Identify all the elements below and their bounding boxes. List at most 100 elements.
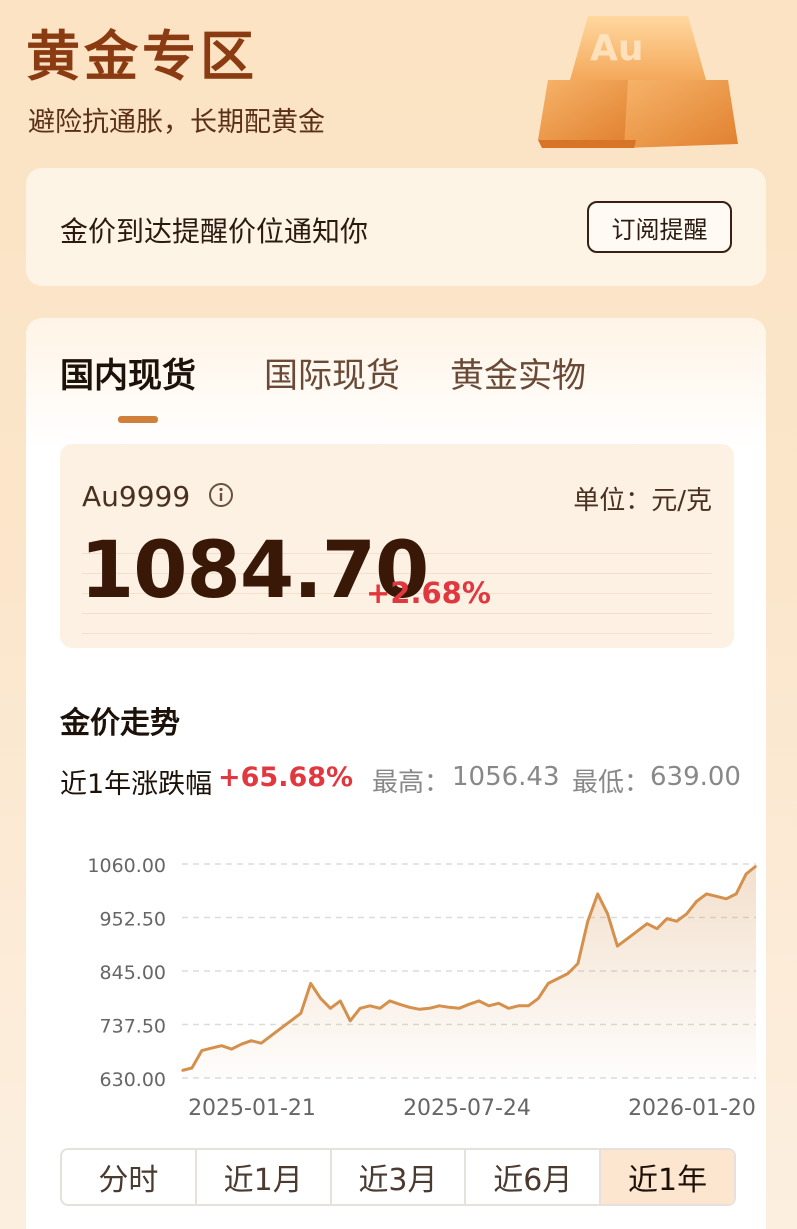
data-point <box>676 920 678 922</box>
data-point <box>379 1007 381 1010</box>
data-point <box>745 873 747 875</box>
x-tick-label: 2025-01-21 <box>188 1096 316 1121</box>
data-point <box>250 1039 253 1042</box>
data-point <box>616 945 619 947</box>
y-tick-label: 1060.00 <box>87 855 166 877</box>
data-point <box>685 913 688 915</box>
period-1-month[interactable]: 近1月 <box>197 1150 332 1204</box>
data-point <box>349 1020 352 1022</box>
page-title: 黄金专区 <box>26 25 258 88</box>
y-tick-label: 737.50 <box>100 1016 166 1038</box>
data-point <box>398 1003 401 1006</box>
data-point <box>428 1007 431 1010</box>
y-tick-label: 845.00 <box>100 962 166 984</box>
gold-bars-icon: Au <box>538 16 738 148</box>
info-icon[interactable] <box>208 482 234 508</box>
data-point <box>646 922 648 925</box>
data-point <box>339 1000 342 1002</box>
data-point <box>715 895 718 898</box>
x-tick-label: 2026-01-20 <box>628 1096 756 1121</box>
data-point <box>725 898 728 900</box>
x-tick-label: 2025-07-24 <box>403 1096 531 1121</box>
range-change-value: +65.68% <box>218 762 354 793</box>
price-alert-banner: 金价到达提醒价位通知你 订阅提醒 <box>26 168 766 286</box>
data-point <box>596 893 599 895</box>
data-point <box>527 1005 530 1007</box>
y-tick-label: 630.00 <box>100 1069 166 1091</box>
data-point <box>290 1020 292 1022</box>
data-point <box>181 1069 183 1072</box>
data-point <box>735 893 737 895</box>
data-point <box>191 1067 193 1069</box>
data-point <box>577 962 579 965</box>
period-3-months[interactable]: 近3月 <box>332 1150 467 1204</box>
period-1-year[interactable]: 近1年 <box>601 1150 734 1204</box>
data-point <box>547 982 549 985</box>
gold-bar-label: Au <box>590 28 644 69</box>
data-point <box>636 930 638 932</box>
tab-domestic-spot[interactable]: 国内现货 <box>60 348 196 397</box>
trend-summary: 近1年涨跌幅 +65.68% 最高： 1056.43 最低： 639.00 <box>60 762 741 802</box>
data-point <box>389 1000 391 1002</box>
data-point <box>438 1005 441 1007</box>
gold-price-card: 国内现货 国际现货 黄金实物 Au9999 单位：元/克 1084.70 +2.… <box>26 318 766 1229</box>
data-point <box>468 1003 470 1006</box>
price-change: +2.68% <box>366 576 491 610</box>
data-point <box>557 977 559 980</box>
data-point <box>201 1049 203 1052</box>
data-point <box>319 997 322 1000</box>
data-point <box>230 1048 233 1050</box>
quote-unit: 单位：元/克 <box>573 486 712 516</box>
period-selector: 分时 近1月 近3月 近6月 近1年 <box>60 1148 736 1206</box>
data-point <box>567 972 569 975</box>
low-value: 639.00 <box>650 762 741 792</box>
data-point <box>666 917 668 920</box>
hero-banner: 黄金专区 避险抗通胀，长期配黄金 Au <box>0 0 797 160</box>
data-point <box>260 1042 262 1044</box>
subscribe-alert-button[interactable]: 订阅提醒 <box>587 201 732 253</box>
trend-title: 金价走势 <box>60 706 180 741</box>
data-point <box>488 1005 490 1007</box>
data-point <box>517 1005 520 1007</box>
data-point <box>587 920 589 922</box>
price-trend-chart[interactable]: 1060.00 952.50 845.00 737.50 630.00 2025-01-2… <box>52 838 772 1148</box>
period-intraday[interactable]: 分时 <box>62 1150 197 1204</box>
high-value: 1056.43 <box>452 762 560 792</box>
data-point <box>507 1007 510 1010</box>
data-point <box>359 1007 361 1010</box>
data-point <box>270 1034 272 1037</box>
data-point <box>369 1005 371 1007</box>
data-point <box>626 937 629 940</box>
data-point <box>478 1000 480 1002</box>
data-point <box>448 1006 451 1009</box>
series-area <box>182 866 756 1078</box>
price-alert-text: 金价到达提醒价位通知你 <box>60 215 369 248</box>
quote-symbol: Au9999 <box>82 480 191 513</box>
range-change-label: 近1年涨跌幅 <box>60 769 213 800</box>
page-subtitle: 避险抗通胀，长期配黄金 <box>28 107 325 138</box>
quote-panel: Au9999 单位：元/克 1084.70 +2.68% <box>60 444 734 648</box>
tab-physical-gold[interactable]: 黄金实物 <box>450 348 586 397</box>
data-point <box>755 865 757 867</box>
active-tab-indicator <box>118 416 158 423</box>
data-point <box>705 893 708 895</box>
period-6-months[interactable]: 近6月 <box>466 1150 602 1204</box>
data-point <box>458 1007 460 1010</box>
data-point <box>220 1044 223 1047</box>
data-point <box>497 1002 500 1005</box>
data-point <box>537 997 540 1000</box>
low-label: 最低： <box>572 768 651 798</box>
high-label: 最高： <box>372 768 451 798</box>
data-point <box>418 1008 421 1011</box>
data-point <box>606 913 609 915</box>
data-point <box>408 1006 411 1009</box>
data-point <box>210 1047 213 1049</box>
tab-international-spot[interactable]: 国际现货 <box>264 348 400 397</box>
data-point <box>329 1007 332 1010</box>
data-point <box>300 1012 302 1015</box>
data-point <box>240 1043 243 1045</box>
data-point <box>695 900 698 903</box>
y-tick-label: 952.50 <box>100 909 166 931</box>
data-point <box>656 927 658 930</box>
data-point <box>309 982 312 985</box>
